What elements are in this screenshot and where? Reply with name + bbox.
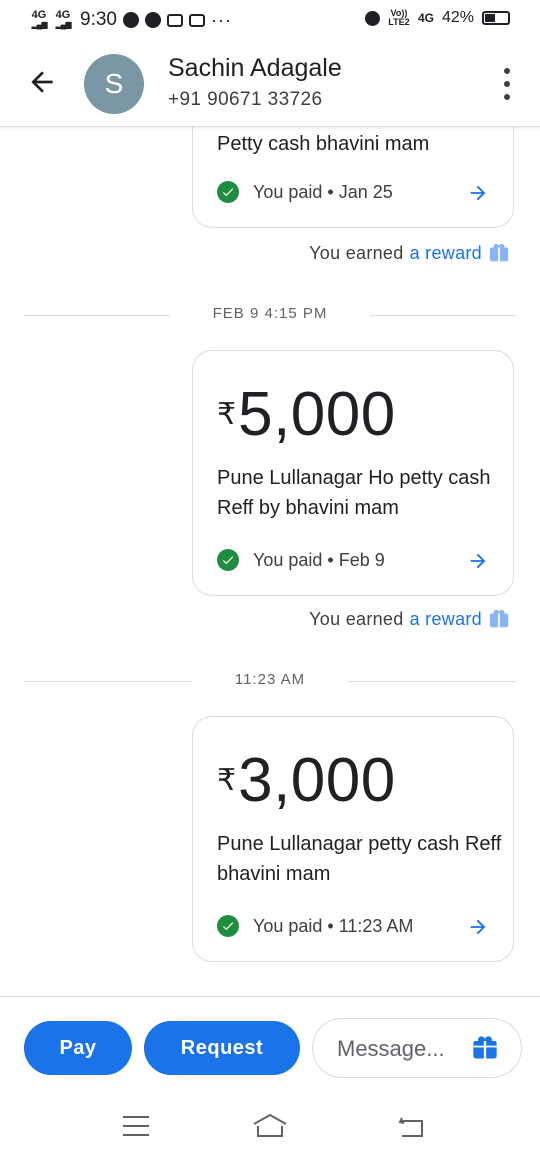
pay-button[interactable]: Pay: [24, 1021, 132, 1075]
gift-icon: [489, 609, 509, 628]
payment-status-text: You paid • Jan 25: [253, 181, 393, 202]
check-circle-icon: [217, 915, 239, 937]
reward-notice: You earned a reward: [309, 242, 510, 264]
payment-card[interactable]: ₹ 3,000 Pune Lullanagar petty cash Reff …: [192, 716, 514, 962]
more-notifications-icon: ···: [210, 9, 232, 30]
check-circle-icon: [217, 549, 239, 571]
chevron-right-arrow-icon[interactable]: [467, 182, 489, 204]
avatar-initial: S: [104, 68, 124, 99]
payment-amount: ₹ 3,000: [217, 747, 396, 815]
more-vert-icon[interactable]: [502, 68, 512, 100]
payment-note: Petty cash bhavini mam: [217, 133, 430, 155]
payment-note: Pune Lullanagar petty cash Reff bhavini …: [217, 833, 502, 885]
currency-symbol: ₹: [217, 398, 237, 431]
back-nav-icon[interactable]: [396, 1112, 428, 1140]
battery-icon: [482, 11, 510, 25]
home-icon[interactable]: [252, 1112, 288, 1140]
payment-card[interactable]: Petty cash bhavini mam You paid • Jan 25: [192, 126, 514, 228]
gmail-notification-icon: [188, 13, 205, 27]
amount-value: 5,000: [238, 380, 396, 449]
menu-icon[interactable]: [120, 1112, 152, 1140]
conversation-header: S Sachin Adagale +91 90671 33726: [0, 42, 540, 127]
message-placeholder: Message...: [337, 1036, 445, 1061]
alarm-icon: [364, 10, 380, 26]
reward-prefix: You earned: [309, 608, 404, 629]
battery-percent: 42%: [441, 9, 474, 26]
request-button[interactable]: Request: [144, 1021, 300, 1075]
avatar[interactable]: S: [84, 54, 144, 114]
message-input[interactable]: Message...: [312, 1018, 522, 1078]
reward-link[interactable]: a reward: [410, 243, 482, 264]
chevron-right-arrow-icon[interactable]: [467, 916, 489, 938]
system-nav-bar: [0, 1094, 540, 1158]
contact-phone: +91 90671 33726: [168, 89, 323, 110]
transaction-list[interactable]: Petty cash bhavini mam You paid • Jan 25…: [0, 126, 540, 996]
status-bar: 4G ▂▄▆ 4G ▂▄▆ 9:30 ··· Vo)) LTE2 4G 42%: [0, 0, 540, 42]
payment-status: You paid • 11:23 AM: [217, 915, 413, 937]
reward-prefix: You earned: [309, 242, 404, 263]
network-signal-icon: 4G ▂▄▆: [31, 9, 48, 30]
reward-notice: You earned a reward: [309, 608, 510, 630]
gift-icon[interactable]: [471, 1034, 499, 1062]
payment-status: You paid • Feb 9: [217, 549, 385, 571]
time-separator: 11:23 AM: [24, 671, 516, 691]
mobile-data-icon: 4G: [417, 11, 434, 25]
clock: 9:30: [80, 9, 117, 30]
payment-status-text: You paid • Feb 9: [253, 549, 385, 570]
payment-card[interactable]: ₹ 5,000 Pune Lullanagar Ho petty cash Re…: [192, 350, 514, 596]
gift-icon: [489, 243, 509, 262]
contact-name: Sachin Adagale: [168, 54, 342, 82]
payment-amount: ₹ 5,000: [217, 381, 396, 449]
date-separator-label: FEB 9 4:15 PM: [212, 305, 328, 322]
date-separator: FEB 9 4:15 PM: [24, 305, 516, 325]
back-arrow-icon[interactable]: [26, 66, 58, 98]
chat-notification-icon: [122, 12, 139, 28]
compose-bar: Pay Request Message...: [0, 996, 540, 1095]
currency-symbol: ₹: [217, 764, 237, 797]
time-separator-label: 11:23 AM: [234, 671, 306, 688]
check-circle-icon: [217, 181, 239, 203]
payment-status: You paid • Jan 25: [217, 181, 393, 203]
payment-note: Pune Lullanagar Ho petty cash Reff by bh…: [217, 467, 491, 519]
reward-link[interactable]: a reward: [410, 609, 482, 630]
mail-notification-icon: [166, 13, 183, 27]
network-signal-icon-2: 4G ▂▄▆: [55, 9, 72, 30]
app-notification-icon: [144, 12, 161, 28]
volte-icon: Vo)) LTE2: [388, 8, 410, 27]
payment-status-text: You paid • 11:23 AM: [253, 915, 414, 936]
chevron-right-arrow-icon[interactable]: [467, 550, 489, 572]
amount-value: 3,000: [238, 746, 396, 815]
